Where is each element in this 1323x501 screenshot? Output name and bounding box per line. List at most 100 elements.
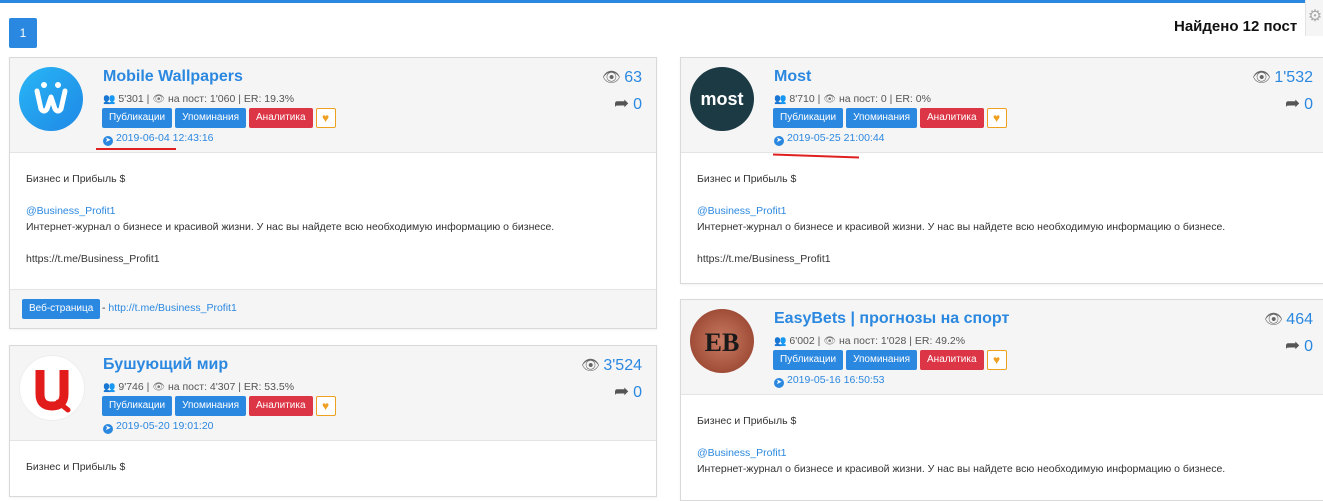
action-buttons: Публикации Упоминания Аналитика ♥ (102, 396, 336, 416)
analytics-button[interactable]: Аналитика (920, 350, 984, 370)
web-link-url[interactable]: http://t.me/Business_Profit1 (108, 302, 236, 314)
shares-value: 0 (633, 96, 642, 113)
shares-count: ➦ 0 (1285, 93, 1313, 114)
share-arrow-icon: ➦ (1285, 335, 1301, 355)
post-card-bushuyushchiy-mir: Бушующий мир 👥 9'746 | 👁 на пост: 4'307 … (9, 345, 657, 497)
action-buttons: Публикации Упоминания Аналитика ♥ (102, 108, 336, 128)
channel-stats: 👥 5'301 | 👁 на пост: 1'060 | ER: 19.3% (103, 93, 295, 105)
shares-count: ➦ 0 (614, 381, 642, 402)
red-underline-annotation (772, 153, 860, 159)
er-label: ER: (895, 93, 913, 105)
card-header: most Most 👥 8'710 | 👁 на пост: 0 | ER: 0… (681, 58, 1323, 153)
post-link[interactable]: https://t.me/Business_Profit1 (26, 251, 554, 267)
card-header: Mobile Wallpapers 👥 5'301 | 👁 на пост: 1… (10, 58, 656, 153)
er-label: ER: (914, 335, 933, 347)
views-count: 👁 464 (1264, 310, 1313, 329)
channel-name[interactable]: EasyBets | прогнозы на спорт (774, 310, 1009, 328)
favorite-button[interactable]: ♥ (986, 350, 1007, 370)
eye-icon: 👁 (152, 382, 166, 393)
channel-avatar[interactable]: most (690, 67, 754, 131)
post-card-most: most Most 👥 8'710 | 👁 на пост: 0 | ER: 0… (680, 57, 1323, 284)
channel-name[interactable]: Mobile Wallpapers (103, 68, 243, 86)
publications-button[interactable]: Публикации (773, 350, 844, 370)
telegram-icon: ➤ (774, 378, 784, 388)
post-link-text[interactable]: https://t.me/Business_Profit1 (697, 253, 831, 265)
shares-value: 0 (1304, 338, 1313, 355)
mentions-button[interactable]: Упоминания (846, 108, 918, 128)
subscribers-count: 9'746 (118, 381, 144, 393)
card-footer: Веб-страница - http://t.me/Business_Prof… (10, 289, 656, 328)
post-link[interactable]: https://t.me/Business_Profit1 (697, 251, 1225, 267)
channel-name[interactable]: Бушующий мир (103, 356, 228, 374)
post-description: Интернет-журнал о бизнесе и красивой жиз… (26, 221, 555, 233)
eye-icon: 👁 (1252, 69, 1272, 86)
publications-button[interactable]: Публикации (773, 108, 844, 128)
subscribers-count: 8'710 (789, 93, 815, 105)
shares-count: ➦ 0 (1285, 335, 1313, 356)
views-value: 3'524 (603, 357, 642, 374)
post-text: Бизнес и Прибыль $ (26, 459, 125, 475)
eye-icon: 👁 (602, 69, 622, 86)
post-handle-link[interactable]: @Business_Profit1 (697, 445, 1225, 461)
views-value: 63 (624, 69, 642, 86)
web-link: - http://t.me/Business_Profit1 (102, 302, 237, 314)
users-icon: 👥 (103, 94, 116, 105)
post-title: Бизнес и Прибыль $ (697, 415, 797, 427)
share-arrow-icon: ➦ (1285, 93, 1301, 113)
channel-avatar[interactable] (19, 355, 85, 421)
heart-icon: ♥ (321, 111, 330, 125)
eye-icon: 👁 (152, 94, 166, 105)
top-accent-bar (0, 0, 1310, 3)
per-post-value: 0 (880, 93, 887, 105)
telegram-icon: ➤ (103, 424, 113, 434)
heart-icon: ♥ (321, 399, 330, 413)
eye-icon: 👁 (823, 94, 837, 105)
easybets-logo-text: EB (705, 328, 740, 357)
results-count: Найдено 12 пост (1174, 18, 1298, 35)
post-handle-link[interactable]: @Business_Profit1 (26, 203, 554, 219)
analytics-button[interactable]: Аналитика (920, 108, 984, 128)
mentions-button[interactable]: Упоминания (175, 396, 247, 416)
eye-icon: 👁 (1264, 311, 1284, 328)
post-description: Интернет-журнал о бизнесе и красивой жиз… (697, 221, 1226, 233)
card-header: EB EasyBets | прогнозы на спорт 👥 6'002 … (681, 300, 1323, 395)
shares-value: 0 (1304, 96, 1313, 113)
post-date-value: 2019-05-16 16:50:53 (787, 374, 885, 386)
er-label: ER: (243, 93, 262, 105)
views-value: 464 (1286, 311, 1313, 328)
analytics-button[interactable]: Аналитика (249, 108, 313, 128)
channel-avatar[interactable] (19, 67, 83, 131)
telegram-icon: ➤ (103, 136, 113, 146)
channel-name[interactable]: Most (774, 68, 811, 86)
post-link-text[interactable]: https://t.me/Business_Profit1 (26, 253, 160, 265)
post-date-value: 2019-06-04 12:43:16 (116, 132, 214, 144)
channel-avatar[interactable]: EB (690, 309, 754, 373)
views-count: 👁 3'524 (581, 356, 642, 375)
web-page-button[interactable]: Веб-страница (22, 299, 101, 319)
mentions-button[interactable]: Упоминания (846, 350, 918, 370)
heart-icon: ♥ (992, 111, 1001, 125)
favorite-button[interactable]: ♥ (315, 396, 336, 416)
publications-button[interactable]: Публикации (102, 108, 173, 128)
per-post-value: 1'028 (880, 335, 907, 347)
post-date: ➤ 2019-05-16 16:50:53 (774, 374, 885, 388)
post-date: ➤ 2019-05-20 19:01:20 (103, 420, 214, 434)
favorite-button[interactable]: ♥ (315, 108, 336, 128)
card-header: Бушующий мир 👥 9'746 | 👁 на пост: 4'307 … (10, 346, 656, 441)
publications-button[interactable]: Публикации (102, 396, 173, 416)
gear-icon[interactable]: ⚙ (1305, 0, 1323, 36)
share-arrow-icon: ➦ (614, 93, 630, 113)
mentions-button[interactable]: Упоминания (175, 108, 247, 128)
post-date-value: 2019-05-25 21:00:44 (787, 132, 885, 144)
shares-count: ➦ 0 (614, 93, 642, 114)
post-card-easybets: EB EasyBets | прогнозы на спорт 👥 6'002 … (680, 299, 1323, 501)
post-handle-link[interactable]: @Business_Profit1 (697, 203, 1225, 219)
subscribers-count: 5'301 (118, 93, 144, 105)
favorite-button[interactable]: ♥ (986, 108, 1007, 128)
er-value: 19.3% (264, 93, 295, 105)
pagination-page-1[interactable]: 1 (9, 18, 37, 48)
per-post-label: на пост: (167, 381, 207, 393)
analytics-button[interactable]: Аналитика (249, 396, 313, 416)
action-buttons: Публикации Упоминания Аналитика ♥ (773, 350, 1007, 370)
post-date: ➤ 2019-05-25 21:00:44 (774, 132, 885, 146)
